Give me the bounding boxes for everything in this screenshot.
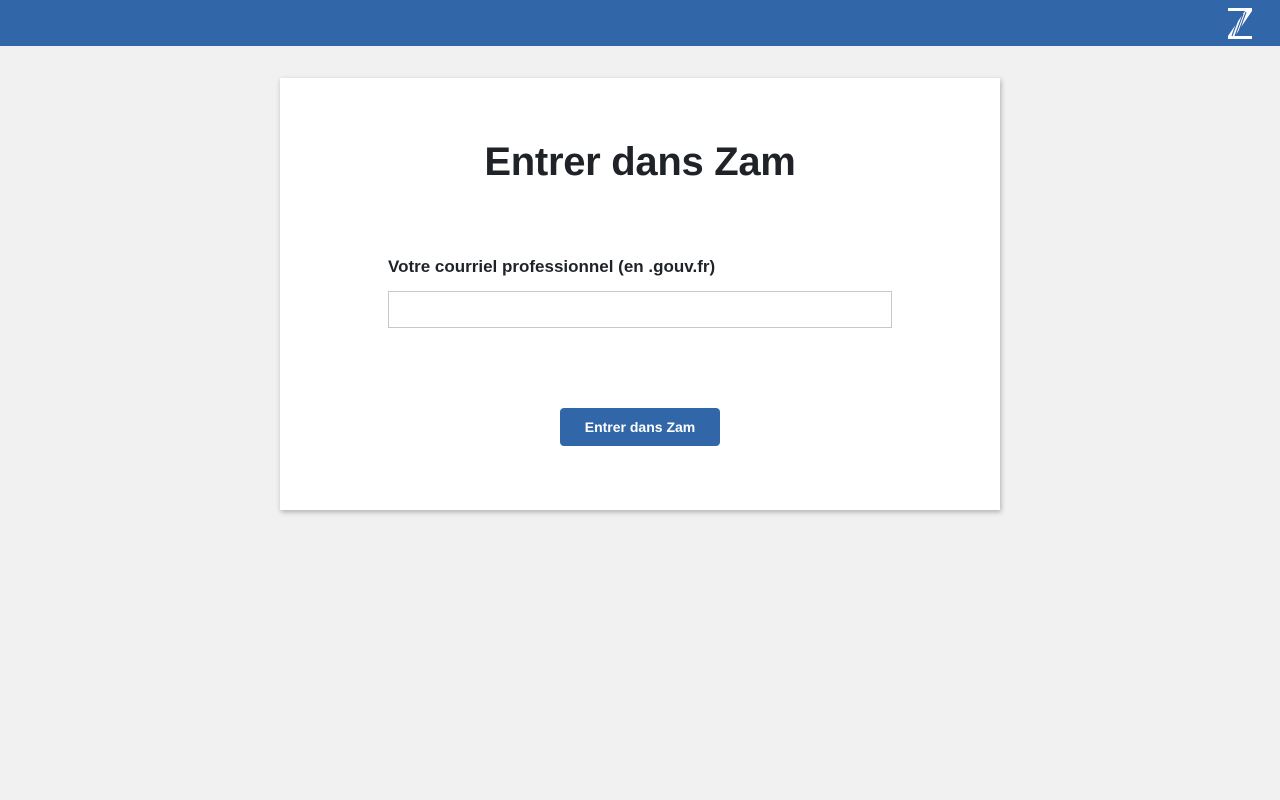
submit-button[interactable]: Entrer dans Zam — [560, 408, 720, 446]
email-field[interactable] — [388, 291, 892, 328]
email-label: Votre courriel professionnel (en .gouv.f… — [388, 257, 716, 276]
page-title: Entrer dans Zam — [484, 140, 796, 184]
zam-logo-icon[interactable] — [1226, 5, 1254, 41]
top-bar — [0, 0, 1280, 46]
login-card: Entrer dans Zam Votre courriel professio… — [280, 78, 1000, 510]
